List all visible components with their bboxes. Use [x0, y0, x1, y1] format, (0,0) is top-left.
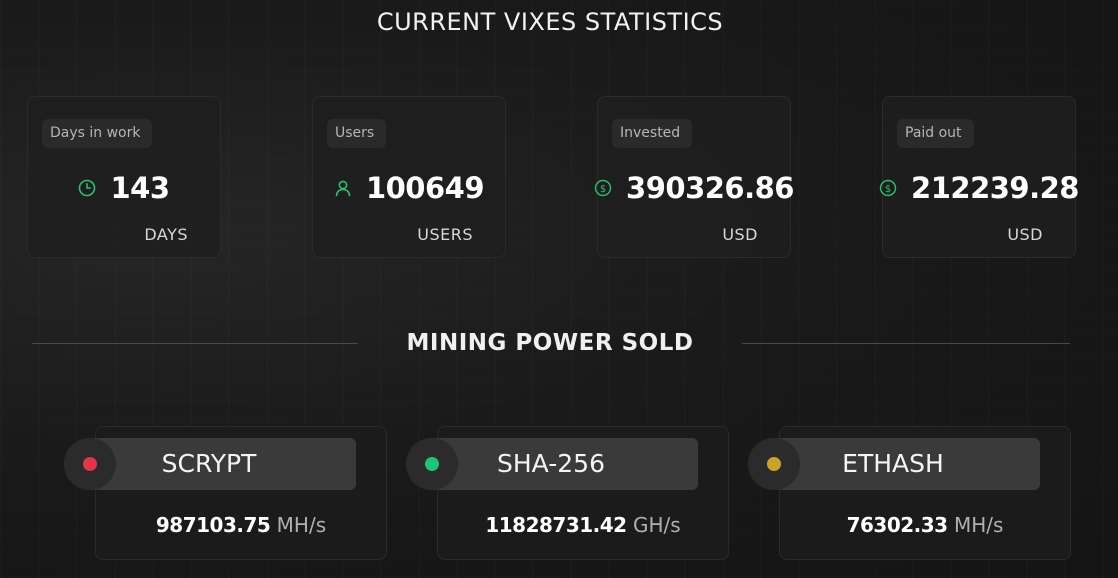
mining-value: 11828731.42	[485, 513, 627, 537]
mining-card-sha256: SHA-256 11828731.42 GH/s	[406, 426, 729, 560]
stat-value: 143	[110, 171, 170, 205]
page-title: CURRENT VIXES STATISTICS	[376, 8, 724, 36]
status-dot-ring	[748, 438, 800, 490]
stat-value: 390326.86	[626, 171, 794, 205]
divider-left	[32, 343, 358, 344]
algo-name: SCRYPT	[161, 449, 257, 478]
stat-value-row: 143	[28, 171, 220, 205]
mining-card-scrypt: SCRYPT 987103.75 MH/s	[64, 426, 387, 560]
stat-value-row: 100649	[313, 171, 505, 205]
stat-value-row: $ 212239.28	[879, 171, 1079, 205]
dollar-icon: $	[594, 179, 612, 197]
svg-text:$: $	[885, 184, 891, 195]
algo-bar: ETHASH	[748, 438, 1040, 490]
status-dot-green	[425, 457, 439, 471]
stat-card-invested: Invested $ 390326.86 USD	[594, 96, 794, 258]
clock-icon	[78, 179, 96, 197]
stat-label: Users	[327, 119, 387, 148]
stat-unit: DAYS	[144, 225, 188, 244]
stat-card-users: Users 100649 USERS	[312, 96, 506, 258]
mining-amount: 987103.75 MH/s	[96, 513, 386, 537]
status-dot-ring	[64, 438, 116, 490]
mining-amount: 11828731.42 GH/s	[438, 513, 728, 537]
stat-unit: USD	[722, 225, 758, 244]
stat-value: 212239.28	[911, 171, 1079, 205]
status-dot-ring	[406, 438, 458, 490]
mining-unit: MH/s	[953, 513, 1004, 537]
stat-unit: USD	[1007, 225, 1043, 244]
algo-bar: SCRYPT	[64, 438, 356, 490]
svg-text:$: $	[600, 184, 606, 195]
section-title: MINING POWER SOLD	[406, 330, 694, 356]
user-icon	[334, 179, 352, 197]
mining-amount: 76302.33 MH/s	[780, 513, 1070, 537]
dollar-icon: $	[879, 179, 897, 197]
stat-unit: USERS	[417, 225, 473, 244]
mining-unit: GH/s	[632, 513, 681, 537]
stat-label: Paid out	[897, 119, 974, 148]
algo-name: SHA-256	[497, 449, 605, 478]
mining-card-ethash: ETHASH 76302.33 MH/s	[748, 426, 1071, 560]
algo-name: ETHASH	[842, 449, 944, 478]
stat-value-row: $ 390326.86	[594, 171, 794, 205]
status-dot-gold	[767, 457, 781, 471]
algo-bar: SHA-256	[406, 438, 698, 490]
status-dot-red	[83, 457, 97, 471]
stat-value: 100649	[365, 171, 485, 205]
mining-unit: MH/s	[276, 513, 327, 537]
divider-right	[742, 343, 1070, 344]
stat-card-paid-out: Paid out $ 212239.28 USD	[879, 96, 1079, 258]
stat-label: Invested	[612, 119, 693, 148]
stat-card-days: Days in work 143 DAYS	[27, 96, 221, 258]
mining-value: 76302.33	[846, 513, 949, 537]
mining-value: 987103.75	[155, 513, 271, 537]
stat-label: Days in work	[42, 119, 153, 148]
